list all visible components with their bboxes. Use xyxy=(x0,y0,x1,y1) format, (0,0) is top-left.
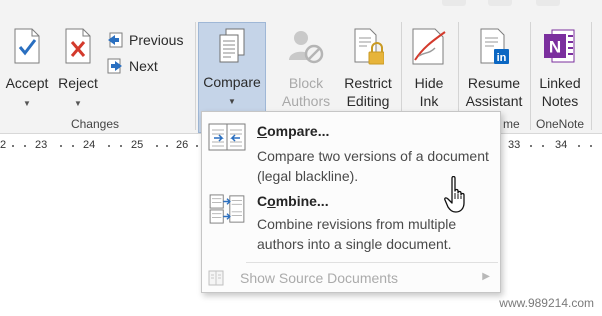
accept-label: Accept xyxy=(5,75,49,91)
ruler-number: 25 xyxy=(131,139,144,151)
resume-assistant-label-2: Assistant xyxy=(465,93,523,109)
resume-assistant-icon: in xyxy=(480,28,509,64)
svg-text:in: in xyxy=(497,52,507,64)
previous-button[interactable]: Previous xyxy=(107,30,193,50)
hide-ink-label-2: Ink xyxy=(419,93,439,109)
next-label: Next xyxy=(129,58,158,74)
ruler-mark xyxy=(578,145,580,147)
restrict-editing-icon xyxy=(354,28,384,65)
accelerator-key: o xyxy=(267,193,276,209)
ruler-mark xyxy=(542,145,544,147)
compare-label: Compare xyxy=(203,74,261,90)
ruler-mark xyxy=(108,145,110,147)
source-documents-icon xyxy=(208,270,224,286)
menu-item-combine-desc: Combine revisions from multiple authors … xyxy=(257,216,457,252)
previous-change-icon xyxy=(108,32,123,48)
reject-button[interactable]: Reject ▼ xyxy=(54,28,102,110)
watermark: www.989214.com xyxy=(499,296,594,310)
show-source-documents-label: Show Source Documents xyxy=(240,270,398,286)
ruler-number: 23 xyxy=(35,139,48,151)
restrict-editing-label: Restrict xyxy=(344,75,392,91)
window-controls-faint xyxy=(432,0,602,8)
restrict-editing-label-2: Editing xyxy=(346,93,390,109)
onenote-icon: N xyxy=(544,29,575,63)
restrict-editing-button[interactable]: Restrict Editing xyxy=(338,28,398,110)
menu-separator xyxy=(246,262,498,263)
title-first: C xyxy=(257,193,268,209)
group-divider xyxy=(195,22,196,130)
linked-notes-button[interactable]: N Linked Notes xyxy=(532,28,588,110)
block-authors-icon xyxy=(289,31,324,64)
title-rest: ompare... xyxy=(267,123,330,139)
resume-assistant-button[interactable]: in Resume Assistant xyxy=(461,28,527,110)
hide-ink-label: Hide xyxy=(414,75,444,91)
ruler-number: 34 xyxy=(555,139,568,151)
block-authors-label: Block xyxy=(288,75,324,91)
changes-group-label: Changes xyxy=(70,117,120,131)
ruler-mark xyxy=(60,145,62,147)
ruler-mark xyxy=(120,145,122,147)
compare-dropdown-menu: Compare... Compare two versions of a doc… xyxy=(201,111,501,293)
resume-assistant-label: Resume xyxy=(467,75,521,91)
ruler-mark xyxy=(530,145,532,147)
hide-ink-button[interactable]: Hide Ink xyxy=(404,28,454,110)
onenote-group-label: OneNote xyxy=(535,117,585,131)
group-divider xyxy=(591,22,592,130)
hide-ink-icon xyxy=(412,28,446,65)
ruler-mark xyxy=(24,145,26,147)
compare-icon xyxy=(219,28,245,63)
chevron-down-icon[interactable]: ▼ xyxy=(54,99,102,109)
ruler-mark xyxy=(12,145,14,147)
ruler-number: 24 xyxy=(83,139,96,151)
chevron-down-icon[interactable]: ▼ xyxy=(2,99,52,109)
svg-text:N: N xyxy=(549,38,561,57)
title-rest: mbine... xyxy=(275,193,329,209)
chevron-down-icon[interactable]: ▼ xyxy=(199,97,265,106)
ruler-mark xyxy=(590,145,592,147)
ruler-number: 26 xyxy=(176,139,189,151)
next-button[interactable]: Next xyxy=(107,56,193,76)
group-divider xyxy=(530,22,531,130)
accept-icon xyxy=(14,28,40,64)
window-control[interactable] xyxy=(442,0,466,6)
menu-item-compare-title: Compare... xyxy=(257,123,329,139)
submenu-arrow-icon: ▶ xyxy=(482,271,490,282)
menu-item-show-source-documents[interactable]: Show Source Documents ▶ xyxy=(202,266,500,290)
combine-documents-icon xyxy=(209,194,245,224)
ruler-mark xyxy=(156,145,158,147)
window-control[interactable] xyxy=(488,0,512,6)
linked-notes-label: Linked xyxy=(539,75,581,91)
ruler-mark xyxy=(72,145,74,147)
window-control[interactable] xyxy=(536,0,560,6)
ruler-mark xyxy=(196,145,198,147)
block-authors-button[interactable]: Block Authors ▼ xyxy=(276,28,336,126)
reject-label: Reject xyxy=(58,75,98,91)
block-authors-line2: Authors xyxy=(281,93,331,109)
word-window: Accept ▼ Reject ▼ Previous Next Changes … xyxy=(0,0,602,316)
compare-documents-icon xyxy=(208,123,246,151)
ruler-number: 33 xyxy=(508,139,521,151)
menu-item-combine-title: Combine... xyxy=(257,193,329,209)
reject-icon xyxy=(65,28,91,64)
previous-label: Previous xyxy=(129,32,184,48)
ruler-mark xyxy=(166,145,168,147)
accelerator-key: C xyxy=(257,123,268,139)
accept-button[interactable]: Accept ▼ xyxy=(2,28,52,110)
ruler-number: 2 xyxy=(0,139,7,151)
linked-notes-label-2: Notes xyxy=(541,93,579,109)
resume-group-label: me xyxy=(503,117,520,131)
next-change-icon xyxy=(107,58,122,74)
hand-cursor-icon xyxy=(444,176,465,213)
